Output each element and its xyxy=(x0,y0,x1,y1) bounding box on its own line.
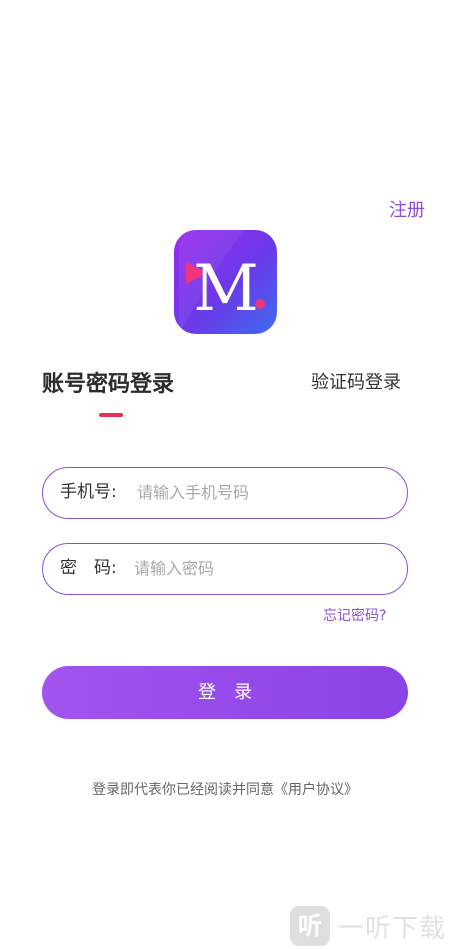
logo-graphic: M xyxy=(179,230,265,334)
user-agreement-text[interactable]: 登录即代表你已经阅读并同意《用户协议》 xyxy=(0,780,450,800)
logo-dot xyxy=(255,299,265,309)
forgot-password-link[interactable]: 忘记密码? xyxy=(323,606,386,626)
watermark-text: 一听下载 xyxy=(338,913,447,944)
tab-password-login[interactable]: 账号密码登录 xyxy=(42,370,174,400)
tab-code-login[interactable]: 验证码登录 xyxy=(311,369,401,397)
login-button[interactable]: 登 录 xyxy=(42,666,408,719)
password-label: 密 码: xyxy=(60,558,117,578)
logo-letter: M xyxy=(193,252,259,326)
password-input[interactable] xyxy=(134,552,384,585)
phone-field[interactable]: 手机号: xyxy=(42,467,408,519)
active-tab-indicator xyxy=(99,413,123,417)
app-logo: M xyxy=(174,230,277,334)
password-field[interactable]: 密 码: xyxy=(42,543,408,595)
register-link[interactable]: 注册 xyxy=(389,198,425,224)
phone-input[interactable] xyxy=(137,476,387,509)
phone-label: 手机号: xyxy=(60,482,117,502)
watermark-logo-icon: 听 xyxy=(290,906,330,946)
watermark: 听 一听下载 xyxy=(290,906,446,946)
